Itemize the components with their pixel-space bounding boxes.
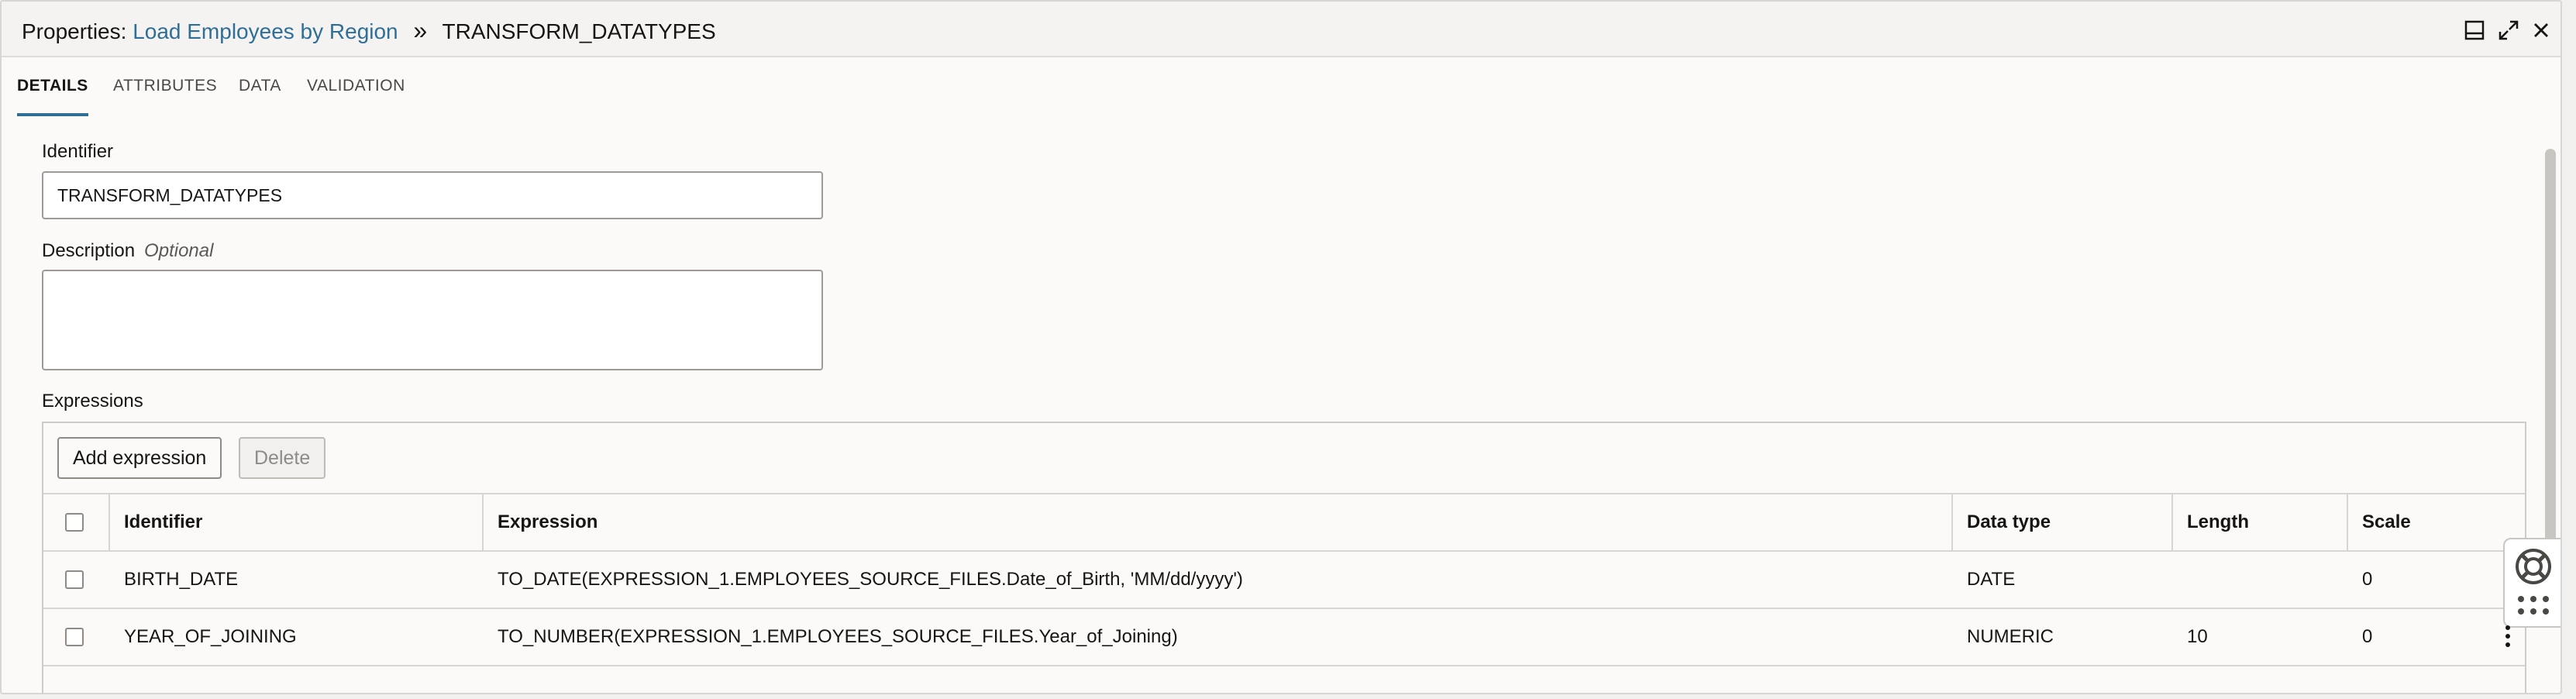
row-scale: 0 [2362,626,2373,647]
add-expression-button[interactable]: Add expression [57,437,222,479]
column-header-scale[interactable]: Scale [2348,494,2525,550]
row-length [2173,552,2187,608]
column-header-identifier[interactable]: Identifier [110,494,484,550]
expand-icon[interactable] [2497,19,2520,42]
title-prefix: Properties: [22,19,127,43]
tab-validation[interactable]: VALIDATION [307,74,405,113]
row-select-cell [43,552,110,608]
pipeline-link[interactable]: Load Employees by Region [133,19,398,43]
column-header-expression[interactable]: Expression [484,494,1953,550]
column-header-length[interactable]: Length [2173,494,2348,550]
dock-icon[interactable] [2463,19,2486,42]
properties-panel: Properties: Load Employees by Region » T… [0,0,2562,694]
current-operator-name: TRANSFORM_DATATYPES [442,19,716,43]
row-select-cell [43,609,110,665]
tab-data[interactable]: DATA [239,74,281,113]
table-row[interactable]: YEAR_OF_JOINING TO_NUMBER(EXPRESSION_1.E… [43,608,2525,665]
expressions-label: Expressions [42,391,143,411]
row-identifier: BIRTH_DATE [124,569,239,590]
select-all-cell [43,494,110,550]
row-expression: TO_DATE(EXPRESSION_1.EMPLOYEES_SOURCE_FI… [498,569,1243,590]
lifebuoy-icon[interactable] [2514,547,2553,586]
description-textarea[interactable] [42,270,823,370]
row-identifier: YEAR_OF_JOINING [124,626,297,647]
tab-bar: DETAILS ATTRIBUTES DATA VALIDATION [2,57,2561,116]
title-bar: Properties: Load Employees by Region » T… [2,2,2561,57]
identifier-input[interactable]: TRANSFORM_DATATYPES [42,171,823,219]
row-scale: 0 [2362,569,2373,590]
row-data-type: DATE [1967,569,2016,590]
grid-dots-icon[interactable] [2517,595,2550,618]
row-checkbox[interactable] [65,628,84,646]
tab-attributes[interactable]: ATTRIBUTES [113,74,217,113]
expressions-table-container: Add expression Delete Identifier Express… [42,422,2526,693]
column-header-data-type[interactable]: Data type [1953,494,2173,550]
row-checkbox[interactable] [65,570,84,589]
delete-button[interactable]: Delete [239,437,326,479]
optional-hint: Optional [144,240,214,261]
description-label-text: Description [42,240,136,261]
description-label: Description Optional [42,240,213,262]
row-length: 10 [2187,626,2208,647]
row-data-type: NUMERIC [1967,626,2054,647]
panel-title: Properties: Load Employees by Region » T… [22,17,716,45]
tab-details[interactable]: DETAILS [17,74,88,116]
close-icon[interactable] [2530,19,2553,42]
row-expression: TO_NUMBER(EXPRESSION_1.EMPLOYEES_SOURCE_… [498,626,1178,647]
vertical-scrollbar[interactable] [2545,149,2556,552]
help-launcher[interactable] [2503,538,2561,628]
table-row-partial [43,665,2525,693]
breadcrumb-separator: » [413,16,428,44]
table-row[interactable]: BIRTH_DATE TO_DATE(EXPRESSION_1.EMPLOYEE… [43,550,2525,608]
table-header-row: Identifier Expression Data type Length S… [43,493,2525,550]
identifier-label: Identifier [42,141,114,162]
select-all-checkbox[interactable] [65,513,84,532]
row-actions-kebab-icon[interactable] [2503,625,2512,648]
